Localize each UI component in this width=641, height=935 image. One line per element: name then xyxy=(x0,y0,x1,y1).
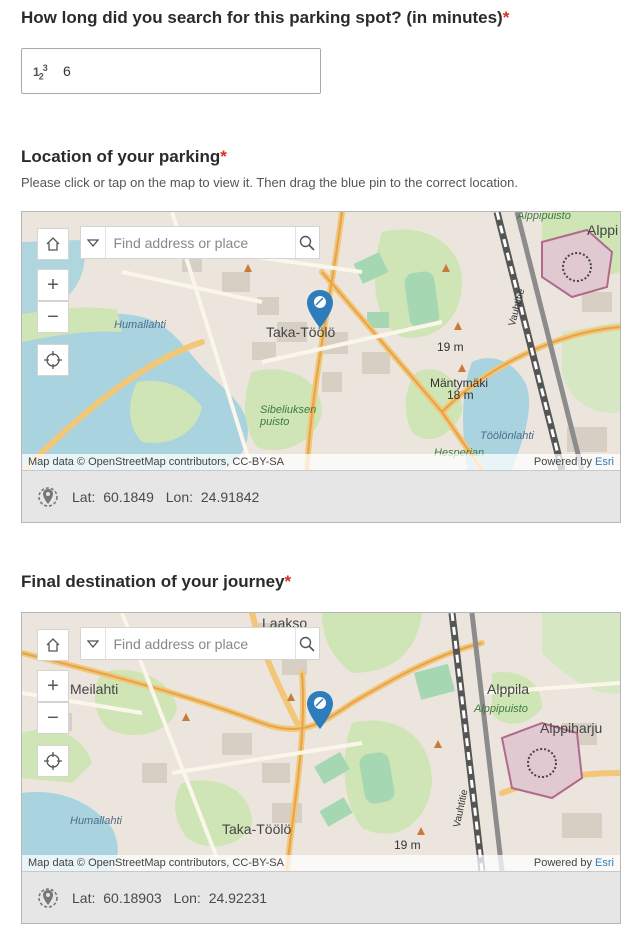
powered-by-text: Powered by xyxy=(533,456,592,468)
destination-label-text: Final destination of your journey xyxy=(21,572,285,591)
map-label-elevation-19: 19 m xyxy=(394,838,421,852)
plus-icon: + xyxy=(47,273,59,296)
map-search-input[interactable] xyxy=(105,628,295,659)
destination-map-widget: Laakso Meilahti Alppila Alppipuisto Alpp… xyxy=(21,612,621,924)
number-icon: 123 xyxy=(33,63,48,82)
location-target-icon xyxy=(38,486,58,507)
parking-location-map-widget: Alppipuisto Alppi Humallahti Taka-Töölö … xyxy=(21,211,621,523)
home-icon xyxy=(46,638,60,652)
map-search-box xyxy=(80,226,320,259)
map-label-sibeliuksen-puisto: Sibeliuksen puisto xyxy=(260,404,317,428)
map-search-box xyxy=(80,627,320,660)
search-time-value[interactable]: 6 xyxy=(63,63,71,79)
lon-label: Lon: xyxy=(165,488,193,505)
search-time-input[interactable]: 123 6 xyxy=(21,48,321,94)
coordinates-bar: Lat: 60.18903 Lon: 24.92231 xyxy=(22,871,620,923)
parking-location-hint: Please click or tap on the map to view i… xyxy=(21,175,518,190)
search-source-dropdown[interactable] xyxy=(81,628,106,659)
search-time-question-label: How long did you search for this parking… xyxy=(21,8,509,28)
lon-label: Lon: xyxy=(173,889,201,906)
coordinates-bar: Lat: 60.1849 Lon: 24.91842 xyxy=(22,470,620,522)
home-icon xyxy=(46,237,60,251)
map-label-elevation-19: 19 m xyxy=(437,340,464,354)
esri-link[interactable]: Esri xyxy=(595,857,614,869)
map-search-button[interactable] xyxy=(294,628,320,659)
location-pin-icon[interactable] xyxy=(307,691,333,729)
parking-location-question-label: Location of your parking* xyxy=(21,147,227,167)
map-label-meilahti: Meilahti xyxy=(70,681,119,697)
search-icon xyxy=(300,235,315,251)
map-label-humallahti: Humallahti xyxy=(70,815,122,827)
map-label-alppipuisto: Alppipuisto xyxy=(474,703,528,715)
map-label-toolonlahti: Töölönlahti xyxy=(480,430,534,442)
required-mark: * xyxy=(284,572,292,591)
map-label-alppi: Alppi xyxy=(587,222,619,238)
zoom-out-button[interactable]: − xyxy=(37,301,69,333)
search-source-dropdown[interactable] xyxy=(81,227,106,258)
lat-label: Lat: xyxy=(72,889,96,906)
zoom-in-button[interactable]: + xyxy=(37,269,69,301)
crosshair-icon xyxy=(44,351,62,369)
attribution-text: Map data © OpenStreetMap contributors, C… xyxy=(28,857,284,869)
map-label-taka-toolo: Taka-Töölö xyxy=(222,821,292,837)
minus-icon: − xyxy=(47,305,59,328)
attribution-text: Map data © OpenStreetMap contributors, C… xyxy=(28,456,284,468)
coordinates-text: Lat: 60.18903 Lon: 24.92231 xyxy=(72,890,267,906)
search-time-label-text: How long did you search for this parking… xyxy=(21,8,503,27)
map-attribution: Map data © OpenStreetMap contributors, C… xyxy=(22,454,620,470)
powered-by: Powered by Esri xyxy=(534,456,614,468)
location-target-icon xyxy=(38,887,58,908)
crosshair-icon xyxy=(44,752,62,770)
map-label-alppipuisto: Alppipuisto xyxy=(517,212,571,222)
lon-value: 24.91842 xyxy=(200,488,260,505)
plus-icon: + xyxy=(47,674,59,697)
chevron-down-icon xyxy=(86,639,99,648)
lat-value: 60.18903 xyxy=(103,889,162,906)
lat-label: Lat: xyxy=(72,488,96,505)
map-search-input[interactable] xyxy=(105,227,295,258)
search-icon xyxy=(300,636,315,652)
required-mark: * xyxy=(502,8,510,27)
parking-location-map[interactable]: Alppipuisto Alppi Humallahti Taka-Töölö … xyxy=(22,212,620,470)
destination-map[interactable]: Laakso Meilahti Alppila Alppipuisto Alpp… xyxy=(22,613,620,871)
lon-value: 24.92231 xyxy=(208,889,268,906)
powered-by: Powered by Esri xyxy=(534,857,614,869)
chevron-down-icon xyxy=(86,238,99,247)
coordinates-text: Lat: 60.1849 Lon: 24.91842 xyxy=(72,489,259,505)
parking-location-label-text: Location of your parking xyxy=(21,147,221,166)
destination-question-label: Final destination of your journey* xyxy=(21,572,291,592)
map-search-button[interactable] xyxy=(294,227,320,258)
map-label-elevation-18: 18 m xyxy=(447,388,474,402)
minus-icon: − xyxy=(47,706,59,729)
zoom-out-button[interactable]: − xyxy=(37,702,69,734)
location-pin-icon[interactable] xyxy=(307,290,333,328)
home-button[interactable] xyxy=(37,228,69,260)
home-button[interactable] xyxy=(37,629,69,661)
map-label-alppila: Alppila xyxy=(487,681,530,697)
lat-value: 60.1849 xyxy=(103,488,154,505)
map-label-humallahti: Humallahti xyxy=(114,319,166,331)
esri-link[interactable]: Esri xyxy=(595,456,614,468)
map-attribution: Map data © OpenStreetMap contributors, C… xyxy=(22,855,620,871)
map-label-alppiharju: Alppiharju xyxy=(540,720,603,736)
locate-button[interactable] xyxy=(37,745,69,777)
zoom-in-button[interactable]: + xyxy=(37,670,69,702)
powered-by-text: Powered by xyxy=(533,857,592,869)
locate-button[interactable] xyxy=(37,344,69,376)
required-mark: * xyxy=(220,147,227,166)
